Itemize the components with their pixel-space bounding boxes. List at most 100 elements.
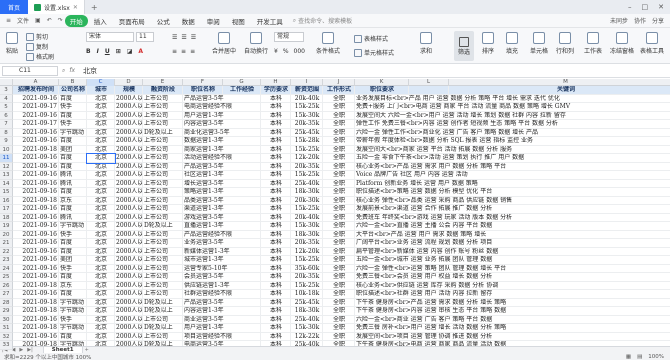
table-cell[interactable]: 字节跳动 (59, 324, 87, 333)
table-cell[interactable]: D轮及以上 (143, 298, 183, 307)
table-cell[interactable]: 百度 (59, 111, 87, 120)
table-cell[interactable]: 供应链运营1-3年 (183, 281, 261, 290)
table-cell[interactable]: 百度 (59, 154, 87, 163)
table-cell[interactable]: 业务发展目标<br>产品 用户 运营 数据 分析 策略 平台 增长 需求 迭代 … (355, 95, 670, 103)
table-cell[interactable]: 项目运营经验不限 (183, 332, 261, 341)
paste-button[interactable]: 粘贴 (6, 32, 18, 55)
table-cell[interactable]: 上市公司 (143, 281, 183, 290)
table-cell[interactable]: 快手 (59, 315, 87, 324)
collaborate-button[interactable]: 协作 (634, 16, 646, 25)
table-cell[interactable]: 六险一金 弹性<br>运营 策略 团队 管理 数据 增长 平台 (355, 265, 670, 273)
table-cell[interactable]: 免费+服务 上门<br>电商 运营 商家 平台 活动 流量 商品 数据 策略 增… (355, 103, 670, 112)
table-cell[interactable]: 百度 (59, 94, 87, 103)
table-cell[interactable]: 本科 (261, 315, 291, 324)
zoom-level[interactable]: 100% (648, 354, 664, 360)
table-cell[interactable]: 北京 (87, 273, 115, 282)
table-cell[interactable]: 上市公司 (143, 247, 183, 256)
table-cell[interactable]: 弹性工作 免费三餐<br>内容 运营 创作者 短视频 生态 策略 平台 数据 分… (355, 120, 670, 129)
table-cell[interactable]: 2000人以上 (115, 205, 143, 214)
row-header[interactable]: 13 (0, 171, 13, 180)
table-cell[interactable]: 10k-18k (291, 290, 323, 299)
row-header[interactable]: 8 (0, 128, 13, 137)
underline-button[interactable]: U (105, 48, 110, 55)
table-cell[interactable]: 本科 (261, 230, 291, 239)
table-cell[interactable]: 产品运营3-5年 (183, 162, 261, 171)
table-cell[interactable]: 北京 (87, 145, 115, 154)
table-cell[interactable]: 北京 (87, 162, 115, 171)
table-cell[interactable]: 全职 (323, 273, 355, 282)
column-title[interactable]: 招聘发布时间 (13, 86, 59, 95)
column-header-j[interactable]: J (323, 79, 355, 86)
table-cell[interactable]: 本科 (261, 222, 291, 231)
table-cell[interactable]: 北京 (86, 153, 116, 164)
row-header[interactable]: 31 (0, 324, 13, 333)
menu-page-layout[interactable]: 页面布局 (113, 16, 151, 26)
table-cell[interactable]: 上市公司 (143, 196, 183, 205)
table-cell[interactable]: 北京 (87, 298, 115, 307)
table-cell[interactable]: 2021-09-16 (13, 332, 59, 341)
table-cell[interactable]: 北京 (87, 264, 115, 273)
thousands-icon[interactable]: 000 (294, 48, 305, 55)
table-cell[interactable]: 扁平管理<br>新媒体 运营 内容 创作 账号 粉丝 数据 (355, 248, 670, 256)
table-cell[interactable]: 百度 (59, 290, 87, 299)
table-cell[interactable]: 2000人以上 (115, 281, 143, 290)
view-page-icon[interactable]: ▤ (637, 354, 642, 360)
table-cell[interactable]: 12k-20k (291, 247, 323, 256)
table-cell[interactable]: 2021-09-16 (13, 179, 59, 188)
table-cell[interactable]: 用户运营1-3年 (183, 111, 261, 120)
table-cell[interactable]: 上市公司 (143, 154, 183, 163)
row-header[interactable]: 9 (0, 137, 13, 146)
column-title[interactable]: 薪资范围 (291, 86, 323, 95)
table-cell[interactable]: Voice 品牌广告 社区 用户 内容 运营 活动 (355, 171, 670, 180)
table-cell[interactable]: 北京 (87, 222, 115, 231)
table-cell[interactable]: 字节跳动 (59, 307, 87, 316)
table-cell[interactable]: 全职 (323, 315, 355, 324)
table-cell[interactable]: 北京 (87, 332, 115, 341)
row-header[interactable]: 30 (0, 315, 13, 324)
table-cell[interactable]: 游戏运营3-5年 (183, 213, 261, 222)
column-title[interactable]: 规模 (115, 86, 143, 95)
table-cell[interactable]: 产品运营3-5年 (183, 94, 261, 103)
table-cell[interactable]: 六险一金<br>商业 运营 广告 客户 策略 平台 数据 (355, 316, 670, 324)
fill-button[interactable]: 填充 (506, 32, 518, 55)
table-cell[interactable]: 职位描述<br>社群 运营 用户 活动 内容 拉新 留存 (355, 290, 670, 299)
table-cell[interactable]: 产品运营3-5年 (183, 298, 261, 307)
table-cell[interactable]: 2000人以上 (115, 162, 143, 171)
table-cell[interactable]: 25k-45k (291, 128, 323, 137)
table-cell[interactable]: 快手 (59, 120, 87, 129)
name-box[interactable]: C11 (2, 65, 58, 76)
menu-data[interactable]: 数据 (176, 16, 201, 26)
cell-button[interactable]: 单元格 (530, 32, 548, 55)
table-cell[interactable]: 2021-09-17 (13, 120, 59, 129)
fx-icon[interactable]: fx (69, 67, 75, 75)
copy-button[interactable]: 复制 (26, 42, 48, 51)
table-cell[interactable]: 上市公司 (143, 264, 183, 273)
table-cell[interactable]: 上市公司 (143, 179, 183, 188)
table-cell[interactable]: 发展空间大<br>商家 运营 平台 活动 拓展 数据 分析 服务 (355, 146, 670, 154)
table-cell[interactable]: 本科 (261, 273, 291, 282)
table-cell[interactable]: 2021-09-16 (13, 239, 59, 248)
format-painter-button[interactable]: 格式刷 (26, 52, 54, 61)
table-cell[interactable]: 2000人以上 (115, 256, 143, 265)
table-cell[interactable]: 2000人以上 (115, 298, 143, 307)
column-header-a[interactable]: A (13, 79, 59, 86)
row-header[interactable]: 26 (0, 281, 13, 290)
table-cell[interactable]: 全职 (323, 171, 355, 180)
table-cell[interactable]: 北京 (87, 290, 115, 299)
table-cell[interactable]: 北京 (87, 230, 115, 239)
table-cell[interactable]: 2021-09-16 (13, 188, 59, 197)
table-cell[interactable]: 2000人以上 (115, 290, 143, 299)
align-middle-icon[interactable]: ☰ (181, 34, 186, 41)
table-cell[interactable]: 免费班车 年终奖<br>游戏 运营 玩家 活动 版本 数据 分析 (355, 214, 670, 222)
table-cell[interactable]: 全职 (323, 256, 355, 265)
table-cell[interactable]: 全职 (323, 196, 355, 205)
table-cell[interactable]: 本科 (261, 298, 291, 307)
table-cell[interactable]: 2021-09-16 (13, 154, 59, 163)
table-cell[interactable]: 12k-20k (291, 154, 323, 163)
table-cell[interactable]: 百度 (59, 205, 87, 214)
table-cell[interactable]: 本科 (261, 205, 291, 214)
table-cell[interactable]: 上市公司 (143, 94, 183, 103)
table-cell[interactable]: 商家运营1-3年 (183, 145, 261, 154)
table-cell[interactable]: 北京 (87, 239, 115, 248)
table-cell[interactable]: 上市公司 (143, 188, 183, 197)
